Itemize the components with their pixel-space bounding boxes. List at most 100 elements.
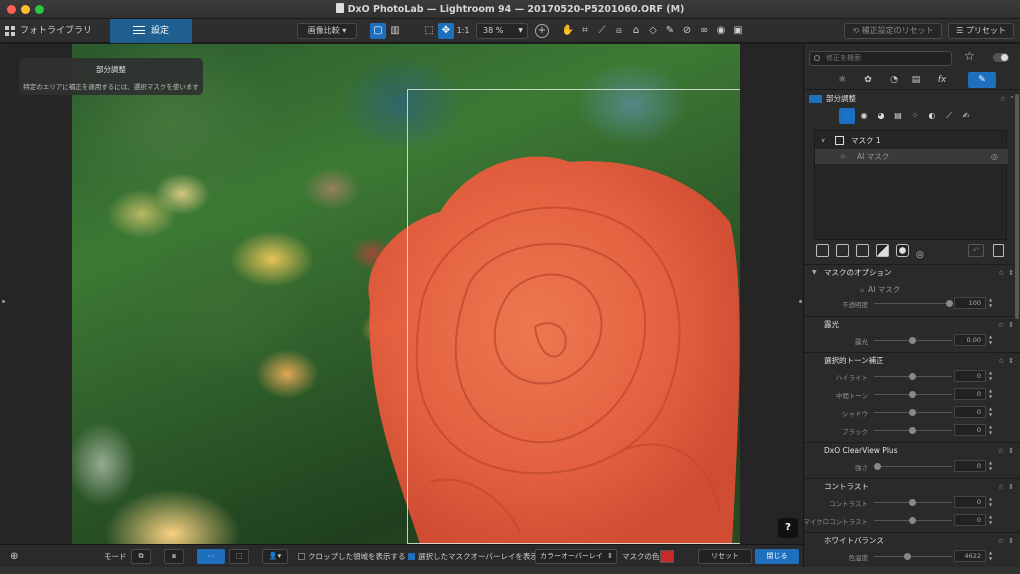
blacks-value[interactable]: 0 (954, 424, 986, 436)
slider-knob[interactable] (909, 427, 916, 434)
fx-palette-icon[interactable]: fx (934, 72, 950, 88)
mask-options-header[interactable]: ▼ マスクのオプション ☆ ⇕ (804, 266, 1016, 280)
visibility-icon[interactable]: ◎ (916, 249, 929, 262)
updown-icon[interactable]: ⇕ (1008, 318, 1014, 332)
reset-corrections-button[interactable]: ⟲ 補正設定のリセット (844, 23, 942, 39)
opacity-slider[interactable]: 不透明度 100 ▲ ▼ (804, 296, 1014, 311)
trash-icon[interactable] (993, 244, 1004, 257)
star-icon[interactable]: ☆ (998, 354, 1004, 368)
crop-icon[interactable]: ⌗ (577, 23, 593, 39)
stepper-icon[interactable]: ▲ ▼ (989, 550, 995, 562)
add-sub-mask-icon[interactable] (836, 244, 849, 257)
slider-track[interactable] (874, 303, 952, 304)
add-mask-icon[interactable] (816, 244, 829, 257)
highlights-value[interactable]: 0 (954, 370, 986, 382)
slider-knob[interactable] (909, 373, 916, 380)
mode-rect-button[interactable]: ⬚ (229, 549, 249, 564)
shadows-slider[interactable]: シャドウ 0 ▲ ▼ (804, 405, 1014, 420)
single-view-icon[interactable]: ▢ (370, 23, 386, 39)
help-button[interactable]: ? (778, 518, 798, 538)
mode-subtract-button[interactable]: ⧈ (164, 549, 184, 564)
slider-knob[interactable] (874, 463, 881, 470)
feather-mask-icon[interactable] (896, 244, 909, 257)
blacks-slider[interactable]: ブラック 0 ▲ ▼ (804, 423, 1014, 438)
star-icon[interactable]: ☆ (998, 266, 1004, 280)
star-icon[interactable]: ☆ (998, 318, 1004, 332)
fit-screen-icon[interactable]: ⬚ (421, 23, 437, 39)
shadows-value[interactable]: 0 (954, 406, 986, 418)
exposure-header[interactable]: 露光 ☆ ⇕ (804, 318, 1016, 332)
loupe-icon[interactable]: + (535, 24, 549, 38)
reset-button[interactable]: リセット (698, 549, 752, 564)
slider-knob[interactable] (946, 300, 953, 307)
panel-toggle[interactable] (993, 53, 1009, 62)
duplicate-mask-icon[interactable] (856, 244, 869, 257)
search-input[interactable]: 修正を検索 (809, 51, 952, 66)
slider-knob[interactable] (909, 391, 916, 398)
presets-button[interactable]: ☰ プリセット (948, 23, 1014, 39)
tab-settings[interactable]: 設定 (110, 19, 192, 43)
star-icon[interactable]: ☆ (998, 444, 1004, 458)
stepper-icon[interactable]: ▲ ▼ (989, 334, 995, 346)
image-viewer[interactable]: 部分調整 特定のエリアに補正を適用するには、選択マスクを使います ? (7, 44, 803, 544)
slider-knob[interactable] (909, 409, 916, 416)
light-palette-icon[interactable]: ☼ (834, 72, 850, 88)
compare-button[interactable]: 画像比較 ▾ (297, 23, 357, 39)
midtones-value[interactable]: 0 (954, 388, 986, 400)
split-view-icon[interactable]: ▥ (387, 23, 403, 39)
star-icon[interactable]: ☆ (1000, 92, 1006, 106)
eye-icon[interactable]: ◉ (713, 23, 729, 39)
updown-icon[interactable]: ⇕ (1008, 354, 1014, 368)
tone-header[interactable]: 選択的トーン補正 ☆ ⇕ (804, 354, 1016, 368)
mask-color-swatch[interactable] (660, 550, 674, 563)
graduated-filter-icon[interactable]: ▤ (890, 108, 906, 124)
stepper-icon[interactable]: ▲ ▼ (989, 424, 995, 436)
retouch-icon[interactable]: ✎ (662, 23, 678, 39)
slider-knob[interactable] (904, 553, 911, 560)
micro-contrast-value[interactable]: 0 (954, 514, 986, 526)
auto-mask-icon[interactable]: ◕ (873, 108, 889, 124)
close-button[interactable]: 閉じる (755, 549, 799, 564)
stepper-icon[interactable]: ▲ ▼ (989, 514, 995, 526)
ai-mask-tool-icon[interactable]: 👤 (839, 108, 855, 124)
undo-icon[interactable]: ↶ (968, 244, 984, 257)
move-icon[interactable]: ✥ (438, 23, 454, 39)
mask-row[interactable]: ∨ マスク 1 (815, 133, 1008, 148)
person-select[interactable]: 👤▾ (262, 549, 288, 564)
auto-brush-icon[interactable]: ⟋ (941, 108, 957, 124)
local-adjust-header[interactable]: 部分調整 ☆ ⌃ (806, 92, 1016, 106)
control-point-icon[interactable]: ◉ (856, 108, 872, 124)
mode-select-active-button[interactable]: ⋯ (197, 549, 225, 564)
volume-deformation-icon[interactable]: ◇ (645, 23, 661, 39)
invert-mask-icon[interactable] (876, 244, 889, 257)
brush-icon[interactable]: ✍ (958, 108, 974, 124)
zoom-select[interactable]: 38 % ▼ (476, 23, 528, 39)
contrast-slider[interactable]: コントラスト 0 ▲ ▼ (804, 495, 1014, 510)
updown-icon[interactable]: ⇕ (1008, 444, 1014, 458)
mode-add-button[interactable]: ⧉ (131, 549, 151, 564)
control-line-icon[interactable]: ⁘ (907, 108, 923, 124)
midtones-slider[interactable]: 中間トーン 0 ▲ ▼ (804, 387, 1014, 402)
mask-checkbox[interactable] (835, 136, 844, 145)
slider-knob[interactable] (909, 517, 916, 524)
chevron-down-icon[interactable]: ∨ (821, 133, 825, 148)
crop-frame[interactable] (407, 89, 740, 544)
local-adjust-palette-icon[interactable]: ✎ (968, 72, 996, 88)
zoom-1to1-button[interactable]: 1:1 (455, 23, 471, 39)
favorites-star-icon[interactable]: ☆ (964, 49, 975, 63)
overlay-toggle-icon[interactable]: ▣ (730, 23, 746, 39)
horizon-icon[interactable]: ⊟ (611, 23, 627, 39)
star-icon[interactable]: ☆ (998, 534, 1004, 548)
stepper-icon[interactable]: ▲ ▼ (989, 297, 995, 309)
temperature-value[interactable]: 4622 (954, 550, 986, 562)
detail-palette-icon[interactable]: ◔ (886, 72, 902, 88)
updown-icon[interactable]: ⇕ (1008, 266, 1014, 280)
geometry-palette-icon[interactable]: ▤ (908, 72, 924, 88)
settings-circle-icon[interactable]: ⊕ (10, 545, 18, 568)
stepper-icon[interactable]: ▲ ▼ (989, 388, 995, 400)
slider-knob[interactable] (909, 499, 916, 506)
link-icon[interactable]: ∞ (696, 23, 712, 39)
clearview-slider[interactable]: 強さ 0 ▲ ▼ (804, 459, 1014, 474)
tab-photo-library[interactable]: フォトライブラリ (0, 19, 110, 43)
exposure-slider[interactable]: 露光 0.00 ▲ ▼ (804, 333, 1014, 348)
